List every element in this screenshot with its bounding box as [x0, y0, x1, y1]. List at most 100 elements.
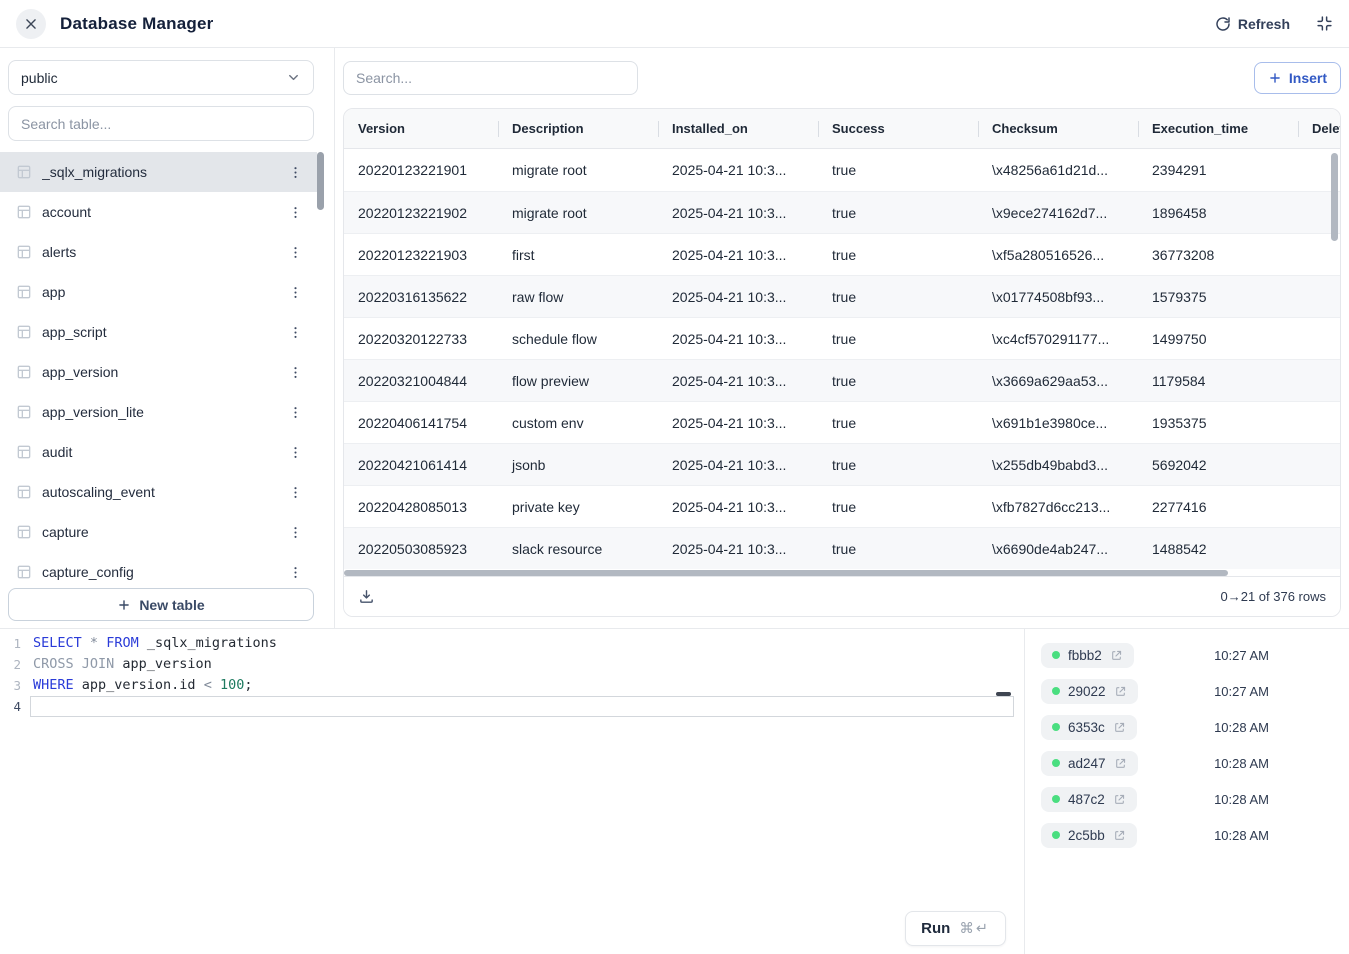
- editor-line[interactable]: 1SELECT * FROM _sqlx_migrations: [0, 633, 1024, 654]
- sql-editor[interactable]: 1SELECT * FROM _sqlx_migrations2CROSS JO…: [0, 629, 1025, 954]
- table-cell: first: [498, 247, 658, 263]
- history-item: ad247 10:28 AM: [1041, 745, 1349, 781]
- history-run-button[interactable]: 487c2: [1041, 787, 1137, 812]
- sidebar-table-item[interactable]: app_version: [0, 352, 317, 392]
- table-row[interactable]: 20220428085013private key2025-04-21 10:3…: [344, 485, 1340, 527]
- main-content: public _sqlx_migrations account alerts: [0, 48, 1349, 628]
- table-cell: \x691b1e3980ce...: [978, 415, 1138, 431]
- table-options-button[interactable]: [286, 323, 305, 342]
- editor-scrollbar[interactable]: [996, 692, 1011, 696]
- editor-line[interactable]: 4: [0, 696, 1024, 717]
- table-name: autoscaling_event: [42, 484, 286, 500]
- column-header[interactable]: Checksum: [978, 109, 1138, 148]
- history-run-button[interactable]: 29022: [1041, 679, 1138, 704]
- column-header[interactable]: Installed_on: [658, 109, 818, 148]
- table-cell: \x01774508bf93...: [978, 289, 1138, 305]
- history-run-time: 10:28 AM: [1214, 792, 1269, 807]
- table-cell: 2025-04-21 10:3...: [658, 331, 818, 347]
- table-row[interactable]: 20220321004844flow preview2025-04-21 10:…: [344, 359, 1340, 401]
- new-table-button[interactable]: New table: [8, 588, 314, 621]
- table-icon: [16, 484, 32, 500]
- history-item: 487c2 10:28 AM: [1041, 781, 1349, 817]
- close-button[interactable]: [16, 9, 46, 39]
- table-cell: true: [818, 457, 978, 473]
- table-cell: 20220316135622: [344, 289, 498, 305]
- table-options-button[interactable]: [286, 283, 305, 302]
- table-search-input[interactable]: [8, 106, 314, 141]
- sidebar-table-item[interactable]: app: [0, 272, 317, 312]
- collapse-panel-button[interactable]: [1316, 15, 1333, 32]
- grid-body: 20220123221901migrate root2025-04-21 10:…: [344, 149, 1340, 569]
- line-number: 1: [0, 633, 30, 654]
- sidebar-scrollbar[interactable]: [317, 152, 324, 210]
- table-options-button[interactable]: [286, 163, 305, 182]
- schema-select-value: public: [21, 70, 58, 86]
- sidebar-table-item[interactable]: account: [0, 192, 317, 232]
- refresh-button[interactable]: Refresh: [1215, 16, 1290, 32]
- sidebar-table-item[interactable]: app_script: [0, 312, 317, 352]
- table-cell: 20220406141754: [344, 415, 498, 431]
- external-link-icon[interactable]: [1113, 829, 1126, 842]
- table-options-button[interactable]: [286, 403, 305, 422]
- external-link-icon[interactable]: [1114, 685, 1127, 698]
- table-cell: \x3669a629aa53...: [978, 373, 1138, 389]
- history-run-button[interactable]: ad247: [1041, 751, 1138, 776]
- table-row[interactable]: 20220316135622raw flow2025-04-21 10:3...…: [344, 275, 1340, 317]
- editor-line[interactable]: 2CROSS JOIN app_version: [0, 654, 1024, 675]
- table-cell: 20220321004844: [344, 373, 498, 389]
- external-link-icon[interactable]: [1110, 649, 1123, 662]
- table-cell: true: [818, 331, 978, 347]
- schema-select[interactable]: public: [8, 60, 314, 95]
- download-button[interactable]: [358, 588, 375, 605]
- column-header[interactable]: Success: [818, 109, 978, 148]
- history-run-button[interactable]: 6353c: [1041, 715, 1137, 740]
- download-icon: [358, 588, 375, 605]
- table-options-button[interactable]: [286, 363, 305, 382]
- column-header[interactable]: Execution_time: [1138, 109, 1298, 148]
- table-cell: 1179584: [1138, 373, 1298, 389]
- history-run-button[interactable]: 2c5bb: [1041, 823, 1137, 848]
- table-name: audit: [42, 444, 286, 460]
- table-row[interactable]: 20220123221902migrate root2025-04-21 10:…: [344, 191, 1340, 233]
- table-options-button[interactable]: [286, 203, 305, 222]
- table-row[interactable]: 20220421061414jsonb2025-04-21 10:3...tru…: [344, 443, 1340, 485]
- sidebar-table-item[interactable]: capture: [0, 512, 317, 552]
- kebab-icon: [288, 485, 303, 500]
- table-row[interactable]: 20220123221901migrate root2025-04-21 10:…: [344, 149, 1340, 191]
- bottom-panel: 1SELECT * FROM _sqlx_migrations2CROSS JO…: [0, 628, 1349, 954]
- table-cell: true: [818, 415, 978, 431]
- table-options-button[interactable]: [286, 483, 305, 502]
- table-cell: 1935375: [1138, 415, 1298, 431]
- insert-button[interactable]: Insert: [1254, 62, 1341, 94]
- sidebar-table-item[interactable]: autoscaling_event: [0, 472, 317, 512]
- column-header[interactable]: Description: [498, 109, 658, 148]
- kebab-icon: [288, 165, 303, 180]
- column-header[interactable]: Deleted: [1298, 109, 1340, 148]
- sidebar-table-item[interactable]: _sqlx_migrations: [0, 152, 317, 192]
- table-row[interactable]: 20220320122733schedule flow2025-04-21 10…: [344, 317, 1340, 359]
- external-link-icon[interactable]: [1114, 757, 1127, 770]
- table-options-button[interactable]: [286, 563, 305, 582]
- grid-vertical-scrollbar[interactable]: [1331, 153, 1338, 241]
- table-row[interactable]: 20220503085923slack resource2025-04-21 1…: [344, 527, 1340, 569]
- external-link-icon[interactable]: [1113, 793, 1126, 806]
- sidebar-table-item[interactable]: app_version_lite: [0, 392, 317, 432]
- table-options-button[interactable]: [286, 243, 305, 262]
- column-header[interactable]: Version: [344, 109, 498, 148]
- run-button[interactable]: Run ⌘↵: [905, 911, 1006, 946]
- sidebar-table-item[interactable]: audit: [0, 432, 317, 472]
- table-icon: [16, 564, 32, 580]
- history-run-button[interactable]: fbbb2: [1041, 643, 1134, 668]
- table-row[interactable]: 20220406141754custom env2025-04-21 10:3.…: [344, 401, 1340, 443]
- line-number: 3: [0, 675, 30, 696]
- table-options-button[interactable]: [286, 443, 305, 462]
- editor-line[interactable]: 3WHERE app_version.id < 100;: [0, 675, 1024, 696]
- table-options-button[interactable]: [286, 523, 305, 542]
- table-row[interactable]: 20220123221903first2025-04-21 10:3...tru…: [344, 233, 1340, 275]
- external-link-icon[interactable]: [1113, 721, 1126, 734]
- code-text: CROSS JOIN app_version: [30, 654, 1014, 675]
- data-grid: VersionDescriptionInstalled_onSuccessChe…: [343, 108, 1341, 617]
- grid-search-input[interactable]: [343, 61, 638, 95]
- sidebar-table-item[interactable]: capture_config: [0, 552, 317, 589]
- sidebar-table-item[interactable]: alerts: [0, 232, 317, 272]
